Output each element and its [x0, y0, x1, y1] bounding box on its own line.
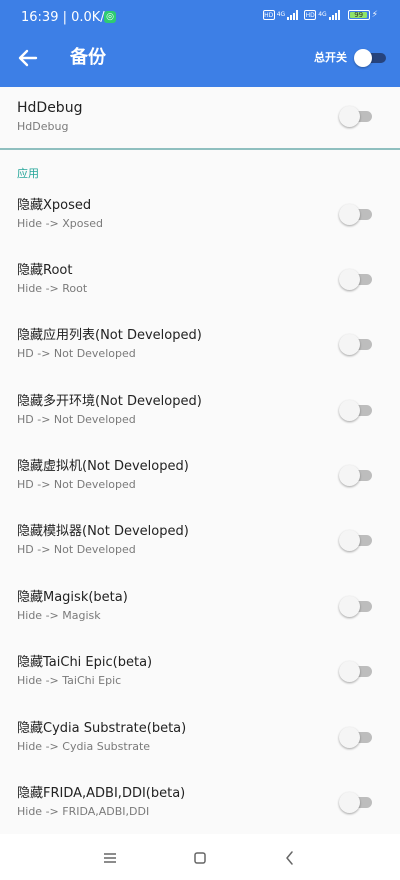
network-type: 4G	[276, 11, 286, 18]
item-title: 隐藏多开环境(Not Developed)	[17, 394, 202, 409]
item-title: 隐藏TaiChi Epic(beta)	[17, 655, 153, 670]
item-subtitle: Hide -> Cydia Substrate	[17, 740, 151, 753]
list-item-hide-emulator[interactable]: 隐藏模拟器(Not Developed) HD -> Not Developed	[0, 516, 400, 580]
list-item-hide-taichi[interactable]: 隐藏TaiChi Epic(beta) Hide -> TaiChi Epic	[0, 647, 400, 711]
page-title: 备份	[70, 47, 106, 68]
recent-apps-button[interactable]	[100, 848, 120, 868]
switch-thumb	[339, 596, 360, 617]
switch-thumb	[339, 465, 360, 486]
switch-thumb	[339, 530, 360, 551]
item-title: HdDebug	[17, 100, 83, 116]
list-item-hide-multi-env[interactable]: 隐藏多开环境(Not Developed) HD -> Not Develope…	[0, 386, 400, 450]
app-header: 16:39 | 0.0K/s ◎ HD 4G HD 4G 99 ⚡ 备份 总开关	[0, 0, 400, 87]
toggle-switch[interactable]	[339, 400, 373, 421]
item-subtitle: HD -> Not Developed	[17, 413, 136, 426]
item-subtitle: Hide -> Root	[17, 282, 88, 295]
debug-toggle[interactable]	[339, 106, 373, 127]
item-subtitle: Hide -> TaiChi Epic	[17, 674, 122, 687]
hd-badge: HD	[262, 10, 275, 20]
toggle-switch[interactable]	[339, 530, 373, 551]
switch-thumb	[339, 661, 360, 682]
home-button[interactable]	[190, 848, 210, 868]
toggle-switch[interactable]	[339, 204, 373, 225]
list-item-hide-vm[interactable]: 隐藏虚拟机(Not Developed) HD -> Not Developed	[0, 451, 400, 515]
switch-thumb	[339, 106, 360, 127]
battery-icon: 99	[347, 10, 370, 20]
item-subtitle: HdDebug	[17, 120, 69, 133]
debug-item[interactable]: HdDebug HdDebug	[0, 87, 400, 148]
list-item-hide-frida[interactable]: 隐藏FRIDA,ADBI,DDI(beta) Hide -> FRIDA,ADB…	[0, 778, 400, 842]
item-subtitle: Hide -> Magisk	[17, 609, 101, 622]
item-title: 隐藏Root	[17, 263, 73, 278]
switch-thumb	[339, 727, 360, 748]
toggle-switch[interactable]	[339, 727, 373, 748]
list-item-hide-xposed[interactable]: 隐藏Xposed Hide -> Xposed	[0, 190, 400, 254]
toggle-switch[interactable]	[339, 661, 373, 682]
item-title: 隐藏FRIDA,ADBI,DDI(beta)	[17, 786, 186, 801]
toggle-switch[interactable]	[339, 596, 373, 617]
home-icon	[194, 852, 206, 864]
toggle-switch[interactable]	[339, 334, 373, 355]
toggle-switch[interactable]	[339, 792, 373, 813]
status-time: 16:39 | 0.0K/s	[21, 10, 112, 25]
section-title: 应用	[17, 167, 39, 180]
list-item-hide-magisk[interactable]: 隐藏Magisk(beta) Hide -> Magisk	[0, 582, 400, 646]
item-title: 隐藏Cydia Substrate(beta)	[17, 721, 187, 736]
toggle-switch[interactable]	[339, 269, 373, 290]
list-item-hide-root[interactable]: 隐藏Root Hide -> Root	[0, 255, 400, 319]
back-button[interactable]	[16, 46, 40, 70]
item-title: 隐藏模拟器(Not Developed)	[17, 524, 189, 539]
switch-thumb	[339, 204, 360, 225]
system-nav-bar	[0, 834, 400, 880]
switch-thumb	[339, 792, 360, 813]
battery-level: 99	[354, 11, 364, 19]
hd-badge-2: HD	[304, 10, 317, 20]
item-subtitle: Hide -> Xposed	[17, 217, 103, 230]
item-title: 隐藏虚拟机(Not Developed)	[17, 459, 189, 474]
switch-thumb	[339, 334, 360, 355]
item-subtitle: HD -> Not Developed	[17, 543, 136, 556]
switch-thumb	[339, 269, 360, 290]
status-bar: 16:39 | 0.0K/s ◎ HD 4G HD 4G 99 ⚡	[0, 0, 400, 36]
item-title: 隐藏应用列表(Not Developed)	[17, 328, 202, 343]
item-subtitle: Hide -> FRIDA,ADBI,DDI	[17, 805, 150, 818]
toggle-switch[interactable]	[339, 465, 373, 486]
item-title: 隐藏Xposed	[17, 198, 92, 213]
signal-icon-2	[328, 10, 340, 20]
nav-back-button[interactable]	[280, 848, 300, 868]
wechat-notification-icon: ◎	[104, 11, 116, 23]
list-item-hide-cydia[interactable]: 隐藏Cydia Substrate(beta) Hide -> Cydia Su…	[0, 713, 400, 777]
item-subtitle: HD -> Not Developed	[17, 347, 136, 360]
switch-thumb	[339, 400, 360, 421]
master-switch[interactable]	[354, 49, 388, 67]
status-right-icons: HD 4G HD 4G 99 ⚡	[262, 10, 378, 20]
menu-icon	[104, 853, 116, 863]
arrow-left-icon	[18, 49, 38, 67]
network-type-2: 4G	[318, 11, 327, 18]
switch-thumb	[354, 49, 372, 67]
divider	[0, 148, 400, 150]
charging-icon: ⚡	[371, 10, 378, 20]
item-title: 隐藏Magisk(beta)	[17, 590, 128, 605]
item-subtitle: HD -> Not Developed	[17, 478, 136, 491]
master-switch-label: 总开关	[314, 51, 347, 64]
back-chevron-icon	[286, 851, 293, 865]
list-item-hide-app-list[interactable]: 隐藏应用列表(Not Developed) HD -> Not Develope…	[0, 320, 400, 384]
signal-icon	[287, 10, 299, 20]
